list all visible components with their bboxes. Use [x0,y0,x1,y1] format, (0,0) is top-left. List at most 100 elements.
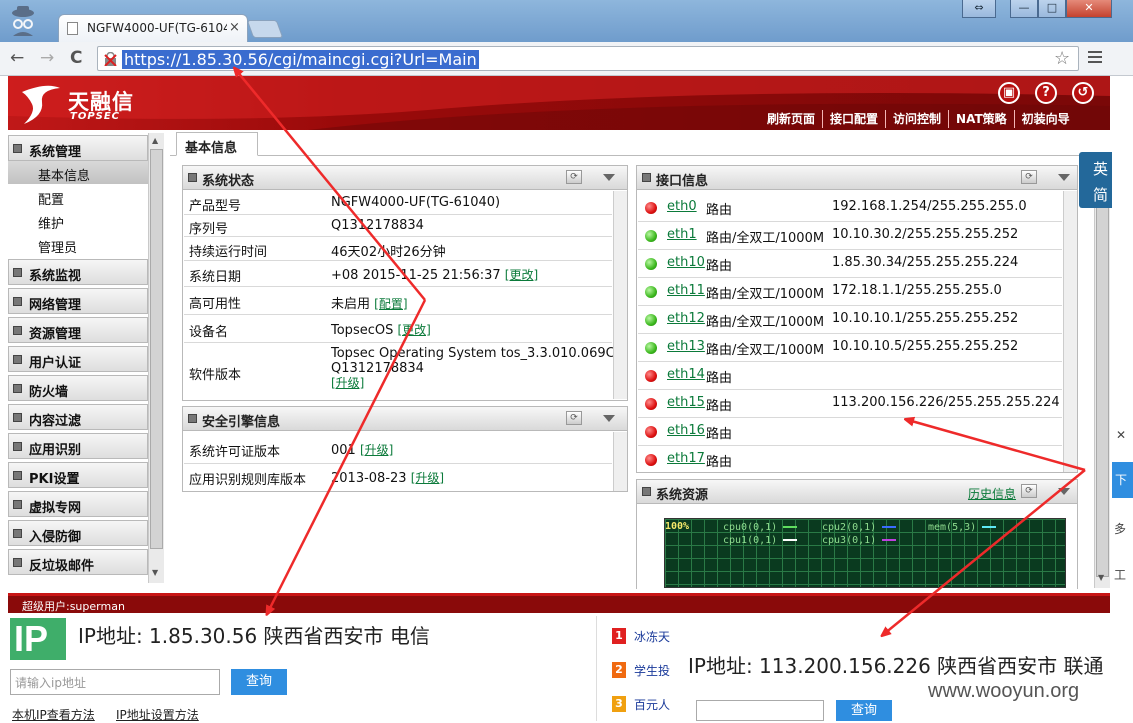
panel-collapse-icon[interactable] [1058,174,1070,181]
nav-nat-policy[interactable]: NAT策略 [948,110,1014,128]
interface-name-link[interactable]: eth14 [667,367,705,382]
sidebar-group-label: 虚拟专网 [29,501,82,516]
interface-name-link[interactable]: eth0 [667,199,697,214]
interface-name-link[interactable]: eth12 [667,311,705,326]
sidebar-group-pki[interactable]: PKI设置 [8,462,148,488]
panel-refresh-icon[interactable]: ⟳ [566,411,582,425]
sidebar-group-system-monitor[interactable]: 系统监视 [8,259,148,285]
panel-scrollbar[interactable] [1063,191,1077,472]
maximize-button[interactable]: □ [1038,0,1066,18]
upgrade-app-rules-link[interactable]: [升级] [411,471,444,485]
scroll-up-icon[interactable]: ▲ [152,136,158,145]
browser-menu-icon[interactable] [1088,51,1102,65]
ip-search-input[interactable]: 请输入ip地址 [10,669,220,695]
content-scrollbar[interactable]: ▼ [1094,157,1110,588]
nav-setup-wizard[interactable]: 初装向导 [1013,110,1077,128]
url-text[interactable]: https://1.85.30.56/cgi/maincgi.cgi?Url=M… [122,50,479,69]
interface-name-link[interactable]: eth13 [667,339,705,354]
panel-collapse-icon[interactable] [603,174,615,181]
sidebar-group-resources[interactable]: 资源管理 [8,317,148,343]
group-marker-icon [13,558,22,567]
nav-access-control[interactable]: 访问控制 [885,110,948,128]
ime-language-toggle[interactable]: 英 [1093,158,1108,179]
scroll-down-icon[interactable]: ▼ [1098,573,1104,582]
legend-entry: cpu1(0,1) [723,535,798,546]
sidebar-scrollbar[interactable]: ▲ ▼ [148,133,164,583]
new-tab-button[interactable] [246,20,284,38]
news-list-item[interactable]: 百元人 [634,696,670,713]
top-nav: 刷新页面 接口配置 访问控制 NAT策略 初装向导 [760,110,1077,128]
interface-name-link[interactable]: eth11 [667,283,705,298]
legend-label: cpu1(0,1) [723,535,778,546]
interface-mode: 路由 [706,203,733,218]
panel-scrollbar[interactable] [613,191,627,399]
group-marker-icon [13,326,22,335]
scroll-down-icon[interactable]: ▼ [152,568,158,577]
sidebar-group-network[interactable]: 网络管理 [8,288,148,314]
sidebar-group-content-filter[interactable]: 内容过滤 [8,404,148,430]
interface-name-link[interactable]: eth10 [667,255,705,270]
history-info-link[interactable]: 历史信息 [968,485,1016,502]
sidebar-item-maintenance[interactable]: 维护 [8,209,148,232]
close-window-button[interactable]: ✕ [1066,0,1112,18]
nav-refresh-page[interactable]: 刷新页面 [760,110,822,128]
panel-refresh-icon[interactable]: ⟳ [1021,484,1037,498]
list-number-badge: 3 [612,696,626,712]
interface-mode: 路由 [706,455,733,470]
graph-y-max-label: 100% [665,521,690,532]
sidebar-group-ips[interactable]: 入侵防御 [8,520,148,546]
status-green-icon [645,286,657,298]
panel-collapse-icon[interactable] [1058,488,1070,495]
sidebar-group-system-management[interactable]: 系统管理 [8,135,148,161]
configure-ha-link[interactable]: [配置] [374,297,407,311]
sidebar-item-config[interactable]: 配置 [8,185,148,208]
scrollbar-thumb[interactable] [1096,185,1109,577]
browser-tab[interactable]: NGFW4000-UF(TG-61040) × [58,14,248,42]
app-rules-version: 2013-08-23 [331,471,407,486]
upgrade-license-link[interactable]: [升级] [360,443,393,457]
change-device-name-link[interactable]: [更改] [397,323,430,337]
save-icon[interactable]: ▣ [998,82,1020,104]
bookmark-star-icon[interactable]: ☆ [1054,48,1070,69]
panel-header: 系统状态 ⟳ [183,166,627,190]
sidebar-group-anti-spam[interactable]: 反垃圾邮件 [8,549,148,575]
legend-swatch [783,526,798,528]
sidebar-group-user-auth[interactable]: 用户认证 [8,346,148,372]
interface-name-link[interactable]: eth17 [667,451,705,466]
tab-basic-info[interactable]: 基本信息 [176,132,258,156]
sidebar-group-firewall[interactable]: 防火墙 [8,375,148,401]
interface-name-link[interactable]: eth15 [667,395,705,410]
panel-scrollbar[interactable] [613,432,627,491]
sidebar-item-basic-info[interactable]: 基本信息 [8,161,148,184]
news-list-item[interactable]: 冰冻天 [634,628,670,645]
interface-name-link[interactable]: eth16 [667,423,705,438]
sidebar-item-admin[interactable]: 管理员 [8,233,148,256]
interface-name-link[interactable]: eth1 [667,227,697,242]
help-icon[interactable]: ? [1035,82,1057,104]
change-date-link[interactable]: [更改] [505,268,538,282]
sidebar-group-vpn[interactable]: 虚拟专网 [8,491,148,517]
ime-charset-toggle[interactable]: 简 [1093,184,1108,205]
panel-refresh-icon[interactable]: ⟳ [1021,170,1037,184]
query-button-right[interactable]: 查询 [836,700,892,721]
forward-button[interactable]: → [40,48,54,68]
sidebar-group-label: 用户认证 [29,356,82,371]
link-ip-setup[interactable]: IP地址设置方法 [116,706,199,723]
back-button[interactable]: ← [10,48,24,68]
reload-button[interactable]: C [70,48,82,68]
ip-search-input-right[interactable] [696,700,824,721]
minimize-button[interactable]: — [1010,0,1038,18]
tab-close-icon[interactable]: × [229,20,240,35]
panel-refresh-icon[interactable]: ⟳ [566,170,582,184]
news-list-item[interactable]: 学生投 [634,662,670,679]
upgrade-software-link[interactable]: [升级] [331,376,627,391]
scrollbar-thumb[interactable] [150,149,163,549]
logout-icon[interactable]: ↺ [1072,82,1094,104]
address-bar[interactable]: https://1.85.30.56/cgi/maincgi.cgi?Url=M… [97,46,1079,71]
panel-collapse-icon[interactable] [603,415,615,422]
query-button[interactable]: 查询 [231,669,287,695]
restore-window-button[interactable]: ⇔ [962,0,996,18]
sidebar-group-app-identification[interactable]: 应用识别 [8,433,148,459]
nav-interface-config[interactable]: 接口配置 [822,110,885,128]
link-view-local-ip[interactable]: 本机IP查看方法 [12,706,95,723]
